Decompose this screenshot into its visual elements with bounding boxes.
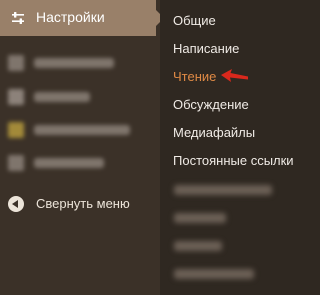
submenu-item-reading[interactable]: Чтение: [173, 69, 216, 84]
sidebar-item-redacted[interactable]: [8, 119, 130, 141]
submenu-item-redacted[interactable]: [174, 241, 222, 251]
redacted-icon: [8, 155, 24, 171]
submenu-item-permalinks[interactable]: Постоянные ссылки: [173, 153, 294, 168]
submenu-item-discussion[interactable]: Обсуждение: [173, 97, 249, 112]
sidebar-item-label: Настройки: [36, 9, 105, 25]
admin-sidebar: Настройки Свернуть меню: [0, 0, 164, 295]
submenu-item-redacted[interactable]: [174, 269, 254, 279]
settings-submenu: Общие Написание Чтение Обсуждение Медиаф…: [160, 0, 320, 295]
submenu-item-writing[interactable]: Написание: [173, 41, 239, 56]
redacted-icon: [8, 55, 24, 71]
collapse-menu-button[interactable]: Свернуть меню: [0, 190, 160, 220]
redacted-label: [34, 58, 114, 68]
collapse-menu-label: Свернуть меню: [36, 196, 130, 211]
sidebar-item-redacted[interactable]: [8, 152, 104, 174]
settings-sliders-icon: [12, 12, 24, 24]
redacted-icon: [8, 122, 24, 138]
submenu-item-general[interactable]: Общие: [173, 13, 216, 28]
submenu-item-redacted[interactable]: [174, 213, 226, 223]
redacted-label: [34, 125, 130, 135]
redacted-label: [34, 158, 104, 168]
submenu-item-media[interactable]: Медиафайлы: [173, 125, 255, 140]
red-pointer-arrow-icon: [221, 69, 248, 82]
sidebar-item-redacted[interactable]: [8, 52, 114, 74]
collapse-arrow-icon: [8, 196, 24, 212]
redacted-icon: [8, 89, 24, 105]
redacted-label: [34, 92, 90, 102]
sidebar-item-redacted[interactable]: [8, 86, 90, 108]
submenu-item-redacted[interactable]: [174, 185, 272, 195]
sidebar-item-settings[interactable]: Настройки: [0, 0, 156, 36]
